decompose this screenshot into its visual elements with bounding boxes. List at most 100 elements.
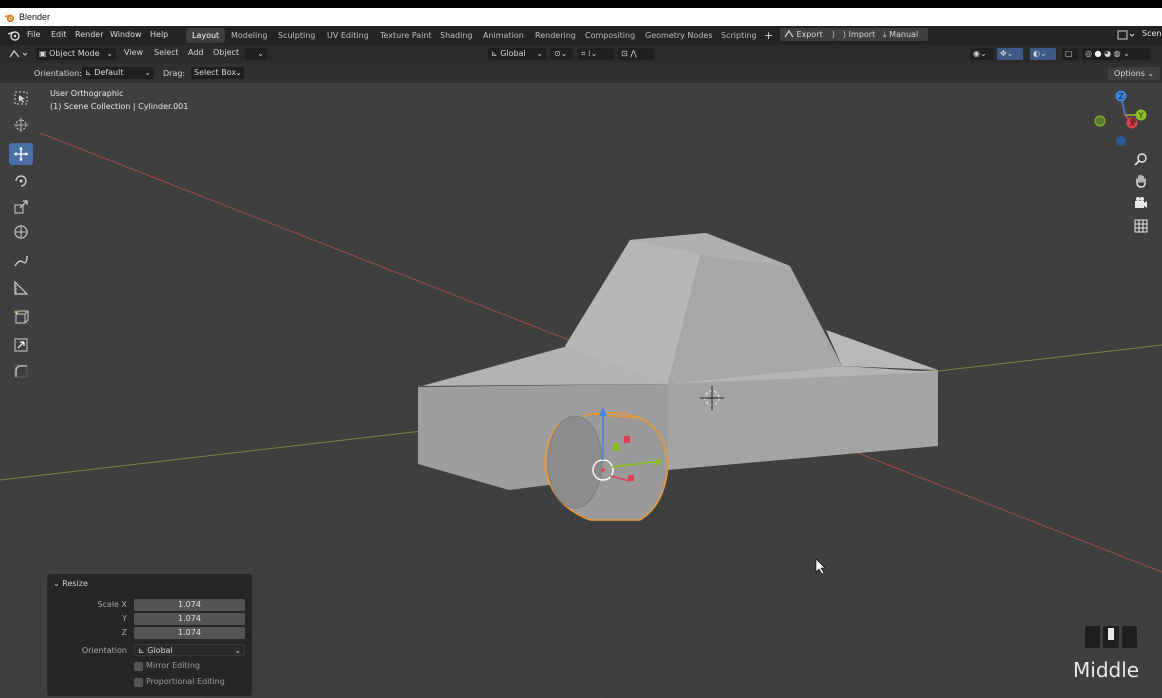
scene-selector-icon[interactable] [1117,29,1137,41]
collection-info: (1) Scene Collection | Cylinder.001 [50,102,189,111]
scale-x-field[interactable]: 1.074 [134,599,245,611]
extrude-tool[interactable] [9,334,33,356]
import-button[interactable]: ⟩ Import [839,28,883,41]
mirror-editing-checkbox[interactable] [134,662,143,671]
grid-icon [1134,219,1148,233]
gizmo-toggle[interactable]: ✥⌄ [997,48,1023,60]
transform-tool[interactable] [9,221,33,243]
tab-geometry-nodes[interactable]: Geometry Nodes [639,28,718,43]
pivot-point-dropdown[interactable]: ⊙⌄ [551,48,573,60]
camera-view-button[interactable] [1132,194,1150,212]
chevron-down-icon: ⌄ [1147,69,1155,78]
measure-tool[interactable] [9,277,33,299]
menu-view[interactable]: View [124,48,143,57]
tab-compositing[interactable]: Compositing [579,28,641,43]
gizmo-neg-z-axis[interactable] [1116,136,1126,146]
add-workspace-button[interactable]: + [764,29,773,42]
menu-help[interactable]: Help [150,30,168,39]
gizmo-y-label: Y [1138,111,1144,120]
tab-scripting[interactable]: Scripting [715,28,763,43]
menu-render[interactable]: Render [75,30,103,39]
tab-layout[interactable]: Layout [186,28,226,43]
cursor-tool[interactable] [9,114,33,136]
overlays-toggle[interactable]: ◐⌄ [1030,48,1056,60]
menu-select[interactable]: Select [154,48,179,57]
gizmo-z-label: Z [1118,92,1124,101]
tab-rendering[interactable]: Rendering [529,28,582,43]
header-extra-dropdown[interactable]: ⌄ [245,48,267,60]
import-label: Import [848,30,876,39]
menu-object[interactable]: Object [213,48,239,57]
move-tool[interactable] [9,143,33,165]
transform-orientation-label: Global [500,49,526,58]
pan-button[interactable] [1132,172,1150,190]
material-shading-icon[interactable]: ◕ [1104,49,1111,58]
select-box-tool[interactable] [9,87,33,109]
export-button[interactable]: Export [780,28,836,41]
mirror-editing-label: Mirror Editing [146,661,200,670]
gizmo-neg-x-axis[interactable] [1130,118,1136,124]
menu-add[interactable]: Add [188,48,204,57]
resize-panel-title: Resize [62,579,88,588]
tab-uv-editing[interactable]: UV Editing [321,28,375,43]
key-hint-label: Middle [1073,658,1140,682]
download-icon: ⤓ [883,30,887,39]
car-body-mesh[interactable] [418,233,938,490]
orientation-label: Orientation [81,646,127,655]
proportional-editing-label: Proportional Editing [146,677,225,686]
menu-edit[interactable]: Edit [51,30,67,39]
tab-sculpting[interactable]: Sculpting [272,28,321,43]
manual-button[interactable]: ⤓ Manual [879,28,928,41]
gizmo-icon: ✥⌄ [1000,49,1014,58]
menu-window[interactable]: Window [110,30,142,39]
mode-dropdown[interactable]: ▣ Object Mode ⌄ [36,48,116,60]
mouse-buttons-icon [1085,626,1137,648]
visibility-dropdown[interactable]: ◉⌄ [970,48,994,60]
rendered-shading-icon[interactable]: ◍ [1114,49,1121,58]
proportional-editing-dropdown[interactable]: ⊡ ⋀ [618,48,654,60]
shading-mode-selector[interactable]: ◎ ● ◕ ◍ ⌄ [1082,48,1150,60]
add-cube-tool[interactable] [9,306,33,328]
scale-y-field[interactable]: 1.074 [134,613,245,625]
add-cube-icon [14,310,29,324]
snap-icon: ⌗ ⁞⌄ [581,49,598,58]
orientation-dropdown[interactable]: ⊾ Default ⌄ [82,67,154,79]
import-icon: ⟩ [843,30,847,39]
gizmo-neg-y-axis[interactable] [1094,115,1106,127]
rotate-tool[interactable] [9,170,33,192]
bevel-tool[interactable] [9,360,33,382]
tab-shading[interactable]: Shading [434,28,479,43]
resize-panel-header[interactable]: ⌄ Resize [53,579,88,588]
hand-icon [1136,174,1146,188]
navigation-gizmo[interactable]: Z Y X [1090,88,1150,150]
editor-type-icon[interactable] [8,48,30,60]
mouse-pointer-icon [815,558,826,575]
tab-texture-paint[interactable]: Texture Paint [374,28,438,43]
drag-dropdown[interactable]: Select Box ⌄ [191,67,244,79]
eye-icon: ◉⌄ [973,49,987,58]
transform-orientation-dropdown[interactable]: ⊾ Global ⌄ [488,48,546,60]
panel-orientation-dropdown[interactable]: ⊾ Global ⌄ [134,644,245,656]
scale-z-field[interactable]: 1.074 [134,627,245,639]
proportional-editing-checkbox[interactable] [134,678,143,687]
snapping-dropdown[interactable]: ⌗ ⁞⌄ [578,48,614,60]
xray-toggle[interactable]: ▢ [1062,48,1078,60]
chevron-down-icon: ⌄ [144,68,151,77]
orientation-axes-icon: ⊾ [138,646,145,655]
menu-file[interactable]: File [27,30,40,39]
tab-animation[interactable]: Animation [477,28,530,43]
scene-name[interactable]: Scen [1142,29,1161,38]
scale-tool[interactable] [9,196,33,218]
wireframe-shading-icon[interactable]: ◎ [1085,49,1092,58]
annotate-tool[interactable] [9,250,33,272]
orientation-label: Orientation: [34,69,82,78]
options-dropdown[interactable]: Options ⌄ [1108,67,1161,80]
solid-shading-icon[interactable]: ● [1095,49,1102,58]
projection-toggle-button[interactable] [1132,217,1150,235]
tab-modeling[interactable]: Modeling [225,28,273,43]
scale-y-label: Y [122,614,127,623]
select-box-icon [14,91,28,105]
zoom-button[interactable] [1132,150,1150,168]
blender-menu-icon[interactable] [7,29,20,41]
cylinder-wheel[interactable] [544,411,669,521]
